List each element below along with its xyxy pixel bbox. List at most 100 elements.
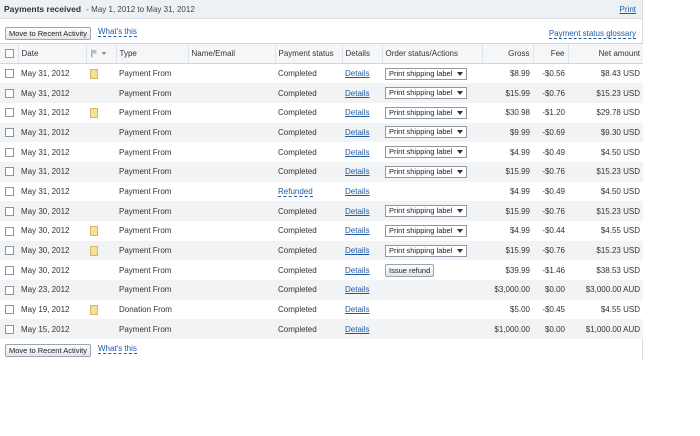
row-select-cell[interactable] [0,319,18,340]
row-action-cell [382,181,482,202]
row-status-cell: Completed [275,122,342,143]
row-checkbox[interactable] [5,128,14,138]
order-action-select[interactable]: Print shipping label [385,67,467,80]
row-select-cell[interactable] [0,280,18,300]
col-details[interactable]: Details [341,43,382,64]
print-link[interactable]: Print [620,0,636,19]
row-details-cell: Details [342,201,382,221]
col-fee[interactable]: Fee [532,43,568,64]
table-row: May 30, 2012 Payment From Completed Details… [0,260,643,281]
row-checkbox[interactable] [5,206,14,216]
row-date: May 31, 2012 [18,181,86,202]
row-select-cell[interactable] [0,260,18,281]
chevron-down-icon [457,169,463,174]
details-link[interactable]: Details [345,226,369,235]
row-checkbox[interactable] [5,285,14,295]
details-link[interactable]: Details [345,108,369,117]
order-action-select[interactable]: Print shipping label [385,126,467,139]
row-gross: $30.98 [482,102,533,123]
row-select-cell[interactable] [0,221,18,241]
order-action-select[interactable]: Print shipping label [385,244,467,257]
details-link[interactable]: Details [345,207,369,216]
row-checkbox[interactable] [5,246,14,256]
row-action-cell: Print shipping label [382,221,482,241]
row-select-cell[interactable] [0,161,18,182]
details-link[interactable]: Details [345,167,369,176]
row-select-cell[interactable] [0,142,18,162]
row-checkbox[interactable] [5,69,14,79]
col-net-amount[interactable]: Net amount [567,43,643,64]
order-action-select[interactable]: Print shipping label [385,106,467,119]
row-checkbox[interactable] [5,167,14,177]
order-action-value: Print shipping label [389,225,453,235]
details-link[interactable]: Details [345,89,369,98]
row-checkbox[interactable] [5,324,14,334]
col-gross[interactable]: Gross [481,43,533,64]
row-note-cell [86,221,116,241]
row-details-cell: Details [342,299,382,320]
row-select-cell[interactable] [0,63,18,84]
payment-status-glossary-link[interactable]: Payment status glossary [548,29,636,39]
col-name-email[interactable]: Name/Email [187,43,275,64]
details-link[interactable]: Details [345,266,369,275]
details-link[interactable]: Details [345,187,369,196]
order-action-value: Print shipping label [389,127,453,137]
row-checkbox[interactable] [5,108,14,118]
details-link[interactable]: Details [345,148,369,157]
row-type: Payment From [116,161,188,182]
row-select-cell[interactable] [0,102,18,123]
row-select-cell[interactable] [0,181,18,202]
row-fee: -$0.76 [533,161,568,182]
row-select-cell[interactable] [0,83,18,103]
col-date[interactable]: Date [17,43,86,64]
order-action-select[interactable]: Print shipping label [385,224,467,237]
note-icon[interactable] [90,245,98,256]
flag-icon [90,50,97,58]
row-checkbox[interactable] [5,147,14,157]
move-to-recent-activity-button[interactable]: Move to Recent Activity [5,27,91,40]
note-icon[interactable] [90,107,98,118]
row-type: Payment From [116,280,188,300]
select-all-header[interactable] [0,43,18,64]
details-link[interactable]: Details [345,325,369,334]
move-to-recent-activity-button-bottom[interactable]: Move to Recent Activity [5,344,91,358]
row-status-cell: Completed [275,161,342,182]
col-note[interactable] [85,43,116,64]
row-type: Payment From [116,63,188,84]
whats-this-link-bottom[interactable]: What's this [98,344,137,355]
note-icon[interactable] [90,304,98,315]
col-type[interactable]: Type [115,43,188,64]
row-select-cell[interactable] [0,201,18,221]
col-order-status[interactable]: Order status/Actions [381,43,482,64]
row-checkbox[interactable] [5,187,14,197]
chevron-down-icon [457,150,463,155]
issue-refund-button[interactable]: Issue refund [385,263,435,277]
note-icon[interactable] [90,225,98,236]
details-link[interactable]: Details [345,128,369,137]
row-select-cell[interactable] [0,240,18,261]
row-name-email [188,181,275,202]
whats-this-link[interactable]: What's this [98,27,137,37]
select-all-checkbox[interactable] [5,49,14,59]
details-link[interactable]: Details [345,285,369,294]
details-link[interactable]: Details [345,69,369,78]
col-payment-status[interactable]: Payment status [274,43,342,64]
order-action-select[interactable]: Print shipping label [385,87,467,100]
details-link[interactable]: Details [345,246,369,255]
row-select-cell[interactable] [0,299,18,320]
note-icon[interactable] [90,68,98,79]
chevron-down-icon [457,248,463,253]
order-action-select[interactable]: Print shipping label [385,165,467,178]
row-select-cell[interactable] [0,122,18,143]
row-name-email [188,201,275,221]
order-action-select[interactable]: Print shipping label [385,146,467,159]
details-link[interactable]: Details [345,305,369,314]
row-net-amount: $3,000.00 AUD [568,280,643,300]
row-checkbox[interactable] [5,265,14,275]
order-action-select[interactable]: Print shipping label [385,205,467,218]
row-checkbox[interactable] [5,88,14,98]
table-row: May 31, 2012 Payment From Completed Details… [0,102,643,123]
row-checkbox[interactable] [5,226,14,236]
status-refunded-link[interactable]: Refunded [278,186,313,197]
row-checkbox[interactable] [5,305,14,315]
